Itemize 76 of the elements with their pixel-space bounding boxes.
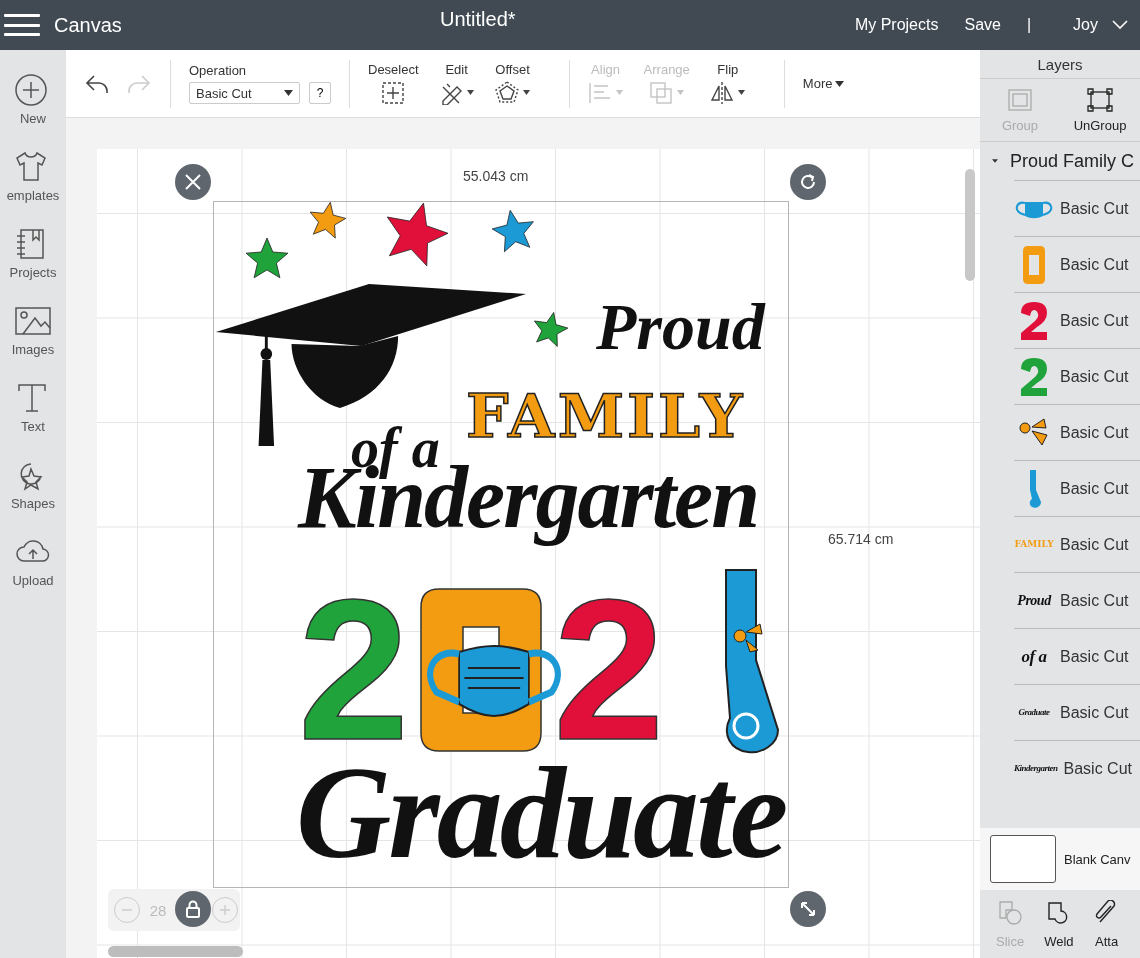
digit-two-thumbnail [1019, 300, 1049, 341]
star-icon [532, 312, 568, 348]
star-icon [492, 210, 536, 254]
family-text: FAMILY [466, 386, 746, 446]
ungroup-button[interactable]: UnGroup [1060, 79, 1140, 141]
nav-link[interactable]: My Projects [854, 16, 939, 34]
ungroup-icon [1087, 87, 1113, 112]
sidebar-item[interactable]: New [15, 74, 51, 126]
flip-icon [709, 81, 746, 105]
app-name: Canvas [54, 13, 122, 37]
layer-row[interactable]: Basic Cut [1014, 180, 1140, 236]
images-icon [15, 305, 51, 337]
rotate-icon [798, 172, 818, 192]
tool-button[interactable]: Edit [438, 62, 475, 105]
layer-thumbnail-text: FAMILY [1014, 540, 1054, 549]
blank-canvas-thumbnail[interactable] [990, 835, 1056, 883]
user-name[interactable]: Joy [1073, 16, 1098, 34]
layer-row[interactable]: Basic Cut [1014, 348, 1140, 404]
plus-icon [219, 904, 231, 916]
vertical-scrollbar[interactable] [965, 169, 975, 281]
action-button[interactable]: Atta [1093, 890, 1120, 958]
layer-row[interactable]: Proud Basic Cut [1014, 572, 1140, 628]
lock-icon [183, 899, 203, 919]
layer-thumbnail-text: of a [1021, 648, 1047, 665]
layers-header: Layers [980, 50, 1140, 79]
operation-dropdown[interactable]: Basic Cut [189, 82, 300, 104]
separator-text: | [1026, 16, 1032, 34]
caret-icon [284, 90, 293, 96]
bow-thumbnail [1018, 417, 1050, 448]
layer-thumbnail-text: Kindergarten [1014, 764, 1058, 773]
sidebar-item[interactable]: Projects [9, 228, 57, 280]
action-button[interactable]: Weld [1044, 890, 1074, 958]
document-title: Untitled* [440, 8, 516, 31]
layer-row[interactable]: Graduate Basic Cut [1014, 684, 1140, 740]
more-button[interactable]: More [802, 76, 845, 91]
layer-row[interactable]: Basic Cut [1014, 404, 1140, 460]
tool-button[interactable]: Deselect [368, 62, 419, 105]
menu-button[interactable] [4, 14, 40, 36]
tool-button[interactable]: Flip [709, 62, 746, 105]
width-dimension-label: 55.043 cm [463, 168, 529, 184]
sidebar-item[interactable]: Upload [12, 536, 54, 588]
align-icon [587, 81, 624, 105]
slice-icon [997, 899, 1024, 926]
chevron-down-icon[interactable] [1112, 20, 1128, 30]
operation-label: Operation [189, 63, 248, 78]
close-icon [183, 172, 203, 192]
undo-icon[interactable] [84, 72, 110, 95]
blank-canvas-label: Blank Canv [1064, 851, 1131, 867]
sidebar-item[interactable]: Text [15, 382, 51, 434]
layer-row[interactable]: Basic Cut [1014, 236, 1140, 292]
layer-row[interactable]: Kindergarten Basic Cut [1014, 740, 1140, 796]
layer-row[interactable]: of a Basic Cut [1014, 628, 1140, 684]
deselect-icon [381, 81, 406, 105]
star-icon [245, 238, 289, 282]
proud-text: Proud [596, 294, 765, 360]
resize-arrows-icon [798, 899, 818, 919]
tool-button[interactable]: Offset [494, 62, 531, 105]
horizontal-scrollbar[interactable] [108, 946, 243, 957]
layer-group-row[interactable]: Proud Family C [980, 142, 1140, 180]
sidebar-item[interactable]: emplates [6, 151, 60, 203]
nav-link[interactable]: Save [964, 16, 1001, 34]
offset-icon [494, 81, 531, 105]
star-icon [308, 202, 346, 240]
sidebar-item[interactable]: Shapes [10, 459, 56, 511]
sidebar-item[interactable]: Images [11, 305, 55, 357]
caret-icon [835, 80, 845, 87]
layer-thumbnail-text: Graduate [1018, 708, 1050, 717]
layer-row[interactable]: Basic Cut [1014, 460, 1140, 516]
arrange-icon [648, 81, 685, 105]
height-dimension-label: 65.714 cm [828, 531, 894, 547]
help-button[interactable]: ? [309, 82, 331, 104]
layer-row[interactable]: FAMILY Basic Cut [1014, 516, 1140, 572]
digit-two-thumbnail [1019, 356, 1049, 397]
layer-row[interactable]: Basic Cut [1014, 292, 1140, 348]
group-icon [1007, 87, 1033, 112]
layer-thumbnail-text: Proud [1017, 593, 1051, 608]
